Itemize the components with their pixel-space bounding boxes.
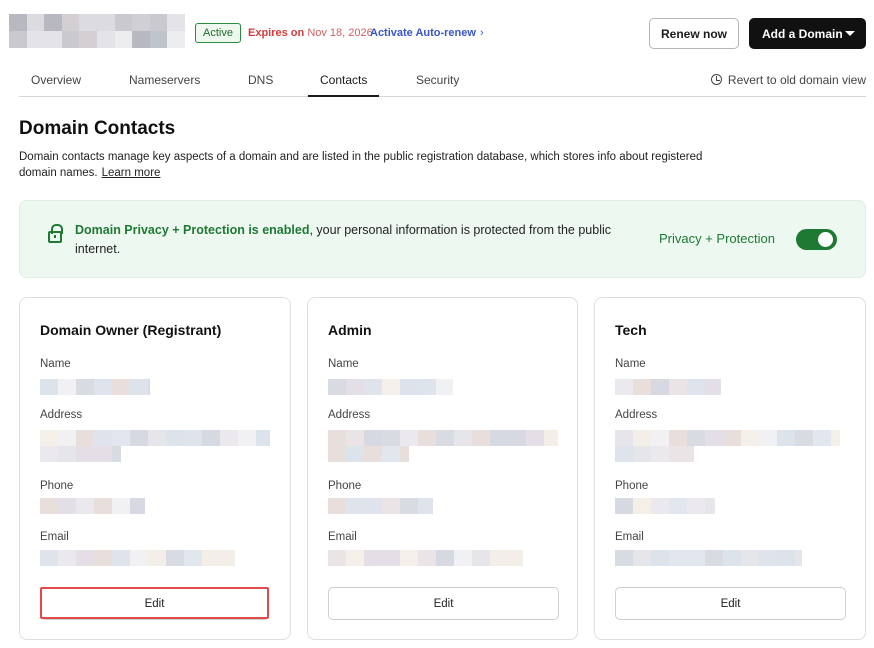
address-label: Address [40,409,83,421]
name-label: Name [328,358,359,370]
phone-label: Phone [40,480,74,492]
tab-dns[interactable]: DNS [248,73,273,87]
renew-now-button[interactable]: Renew now [649,18,739,49]
card-title: Tech [615,322,647,338]
name-label: Name [40,358,71,370]
contact-card-admin: Admin Name Address Phone Email Edit [307,297,578,640]
revert-label: Revert to old domain view [727,73,866,87]
chevron-right-icon: › [479,27,484,39]
card-title: Admin [328,322,372,338]
phone-label: Phone [615,480,649,492]
privacy-banner: Domain Privacy + Protection is enabled, … [19,200,866,278]
phone-value-redacted [328,498,433,514]
domain-tabs: Overview Nameservers DNS Contacts Securi… [19,64,866,97]
history-icon [710,74,722,85]
activate-auto-renew-link[interactable]: Activate Auto-renew › [370,27,484,39]
email-value-redacted [40,550,235,566]
email-value-redacted [615,550,802,566]
page-description: Domain contacts manage key aspects of a … [19,149,719,181]
name-value-redacted [615,379,721,395]
phone-value-redacted [615,498,715,514]
tab-overview[interactable]: Overview [31,73,81,87]
privacy-toggle[interactable] [796,229,837,250]
toggle-knob [818,232,833,247]
phone-value-redacted [40,498,145,514]
email-label: Email [615,531,644,543]
status-badge: Active [195,23,241,43]
contact-card-registrant: Domain Owner (Registrant) Name Address P… [19,297,291,640]
address-value-redacted [615,430,840,462]
expiry-date: Nov 18, 2026 [307,27,373,39]
add-domain-button[interactable]: Add a Domain [749,18,866,49]
learn-more-link[interactable]: Learn more [102,167,161,179]
email-label: Email [40,531,69,543]
domain-name-redacted [9,14,185,48]
edit-registrant-button[interactable]: Edit [40,587,269,620]
email-value-redacted [328,550,523,566]
tab-nameservers[interactable]: Nameservers [129,73,200,87]
tab-contacts[interactable]: Contacts [320,73,367,87]
address-label: Address [615,409,658,421]
privacy-message: Domain Privacy + Protection is enabled, … [75,221,635,259]
revert-old-view-link[interactable]: Revert to old domain view [710,73,866,87]
caret-down-icon [845,31,855,36]
address-label: Address [328,409,371,421]
privacy-status: Domain Privacy + Protection is enabled [75,223,310,237]
name-value-redacted [328,379,453,395]
active-tab-indicator [308,95,379,97]
edit-tech-button[interactable]: Edit [615,587,846,620]
page-title: Domain Contacts [19,118,176,139]
name-value-redacted [40,379,150,395]
address-value-redacted [40,430,270,462]
expiry-label: Expires on [248,27,305,39]
address-value-redacted [328,430,558,462]
name-label: Name [615,358,646,370]
expiry-info: Expires on Nov 18, 2026 [248,27,373,39]
lock-icon [48,224,63,243]
phone-label: Phone [328,480,362,492]
add-domain-label: Add a Domain [762,26,843,41]
auto-renew-label: Activate Auto-renew [370,27,476,39]
tab-security[interactable]: Security [416,73,459,87]
privacy-toggle-label: Privacy + Protection [659,231,775,246]
card-title: Domain Owner (Registrant) [40,322,222,338]
email-label: Email [328,531,357,543]
edit-admin-button[interactable]: Edit [328,587,559,620]
contact-card-tech: Tech Name Address Phone Email Edit [594,297,866,640]
